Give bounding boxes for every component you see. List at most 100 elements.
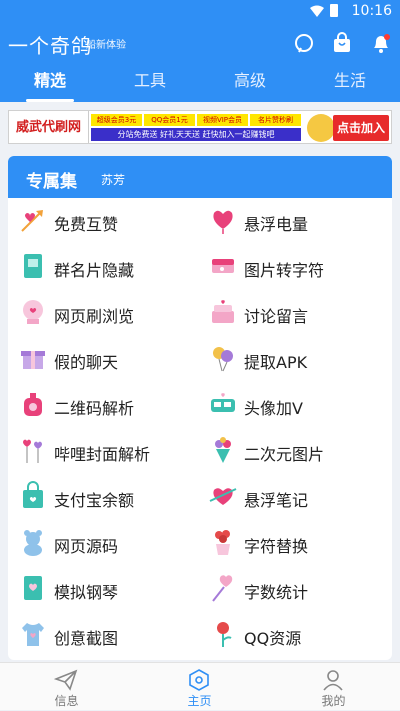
feature-image-to-text[interactable]: 图片转字符 [204,247,384,287]
section-title: 专属集 [26,172,77,192]
feature-label: 字符替换 [244,537,309,556]
tab-featured[interactable]: 精选 [0,64,100,102]
feature-label: 哔哩封面解析 [54,445,151,464]
nav-label: 我的 [321,694,346,708]
wifi-icon [310,5,324,17]
balloons-icon [213,347,233,372]
feature-label: 二次元图片 [244,445,325,464]
banner-join-button[interactable]: 点击加入 [333,115,389,141]
feature-label: 网页刷浏览 [54,307,135,326]
feature-label: 二维码解析 [54,399,135,418]
feature-label: 悬浮电量 [244,215,309,234]
banner-offer: QQ会员1元 [144,114,195,126]
gift-box-icon [21,351,45,369]
section-subtitle: 苏芳 [101,173,126,187]
status-bar: 10:16 [0,0,400,22]
app-title: 一个奇鸽 [8,34,92,58]
feature-web-source[interactable]: 网页源码 [14,523,194,563]
feature-floating-battery[interactable]: 悬浮电量 [204,201,384,241]
notebook-icon [24,254,42,278]
bed-icon [212,259,234,273]
feature-label: 悬浮笔记 [244,491,309,510]
card-header: 专属集 苏芳 [8,156,392,198]
banner-offer: 视频VIP会员 [197,114,248,126]
feature-label: 头像加V [244,399,303,418]
nav-profile[interactable]: 我的 [267,663,400,711]
feature-label: 创意截图 [54,629,119,648]
app-bar: 一个奇鸽 船新体验 [0,22,400,64]
heart-lollipops-icon [23,439,42,463]
bottom-nav: 信息 主页 我的 [0,662,400,710]
feature-card: 专属集 苏芳 免费互赞 悬浮电量 群名片隐藏 图片转字符 网页刷浏览 讨论留言 … [8,156,392,660]
tab-label: 精选 [33,71,66,90]
tab-life[interactable]: 生活 [300,64,400,102]
tshirt-icon [22,623,44,646]
feature-creative-screenshot[interactable]: 创意截图 [14,615,194,655]
tab-label: 工具 [133,71,166,90]
ad-banner[interactable]: 威武代刷网 超级会员3元 QQ会员1元 视频VIP会员 名片赞秒刷 分站免费送 … [8,110,392,144]
feature-label: QQ资源 [244,629,302,648]
heart-wand-icon [212,575,233,602]
feature-anime-images[interactable]: 二次元图片 [204,431,384,471]
feature-bilibili-cover[interactable]: 哔哩封面解析 [14,431,194,471]
feature-alipay-balance[interactable]: 支付宝余额 [14,477,194,517]
feature-extract-apk[interactable]: 提取APK [204,339,384,379]
feature-fake-chat[interactable]: 假的聊天 [14,339,194,379]
tab-label: 高级 [233,71,266,90]
feature-label: 假的聊天 [54,353,119,372]
top-tabs: 精选 工具 高级 生活 [0,64,400,102]
bus-icon [211,393,235,412]
banner-brand: 威武代刷网 [9,111,89,143]
feature-label: 图片转字符 [244,261,325,280]
nav-messages[interactable]: 信息 [0,663,133,711]
status-time: 10:16 [351,3,392,19]
tab-advanced[interactable]: 高级 [200,64,300,102]
banner-offers: 超级会员3元 QQ会员1元 视频VIP会员 名片赞秒刷 分站免费送 好礼天天送 … [91,114,301,142]
feature-label: 网页源码 [54,537,119,556]
bell-icon[interactable] [369,31,393,55]
paper-plane-icon [54,669,78,691]
banner-slogan: 分站免费送 好礼天天送 赶快加入一起赚钱吧 [91,128,301,141]
search-icon[interactable] [292,31,316,55]
feature-floating-notes[interactable]: 悬浮笔记 [204,477,384,517]
feature-word-count[interactable]: 字数统计 [204,569,384,609]
feature-label: 提取APK [244,353,308,372]
feature-free-like[interactable]: 免费互赞 [14,201,194,241]
heart-arrow-icon [209,488,237,505]
mascot-icon [307,114,335,142]
tab-label: 生活 [333,71,366,90]
tab-indicator [26,99,74,102]
feature-label: 模拟钢琴 [54,583,119,602]
diary-icon [24,576,42,600]
feature-web-traffic[interactable]: 网页刷浏览 [14,293,194,333]
feature-hide-group-card[interactable]: 群名片隐藏 [14,247,194,287]
feature-label: 支付宝余额 [54,491,135,510]
shopping-bag-heart-icon [23,481,43,508]
tab-tools[interactable]: 工具 [100,64,200,102]
feature-label: 免费互赞 [54,215,119,234]
feature-discussion[interactable]: 讨论留言 [204,293,384,333]
app-subtitle: 船新体验 [86,40,126,51]
battery-icon [330,4,338,17]
home-hexagon-icon [189,669,209,691]
flower-bouquet-icon [215,437,231,463]
feature-label: 讨论留言 [244,307,309,326]
nav-home[interactable]: 主页 [133,663,266,711]
feature-avatar-verified[interactable]: 头像加V [204,385,384,425]
feature-char-replace[interactable]: 字符替换 [204,523,384,563]
teddy-bear-icon [24,530,42,556]
nav-label: 信息 [54,694,79,708]
perfume-icon [24,393,42,416]
feature-label: 群名片隐藏 [54,261,135,280]
heart-balloon-icon [213,210,233,234]
cake-icon [212,300,234,323]
user-icon [323,670,343,691]
cupid-arrow-icon [21,210,43,232]
feature-qrcode-parse[interactable]: 二维码解析 [14,385,194,425]
rose-pot-icon [215,530,230,555]
shopping-bag-icon[interactable] [330,31,354,55]
feature-piano[interactable]: 模拟钢琴 [14,569,194,609]
banner-offer: 超级会员3元 [91,114,142,126]
feature-qq-resources[interactable]: QQ资源 [204,615,384,655]
nav-label: 主页 [187,694,212,708]
